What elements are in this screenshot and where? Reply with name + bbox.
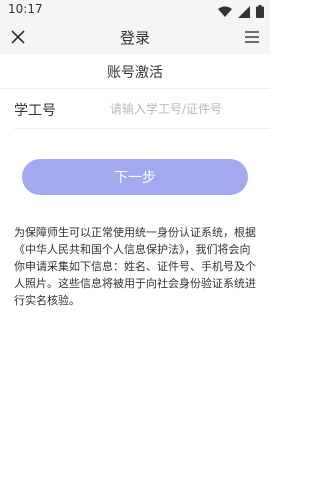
form-divider (14, 128, 270, 129)
status-bar: 10:17 (0, 0, 270, 20)
id-form-row: 学工号 (0, 90, 270, 128)
menu-icon[interactable] (244, 29, 260, 45)
status-time: 10:17 (8, 2, 43, 16)
privacy-notice: 为保障师生可以正常使用统一身份认证系统，根据《中华人民共和国个人信息保护法》，我… (14, 226, 256, 307)
id-input[interactable] (110, 98, 260, 120)
next-button[interactable]: 下一步 (22, 159, 248, 195)
section-title: 账号激活 (107, 65, 163, 81)
section-divider (0, 88, 270, 89)
page-title: 登录 (119, 29, 150, 47)
id-field-label: 学工号 (14, 103, 56, 119)
app-header: 登录 (0, 20, 270, 54)
